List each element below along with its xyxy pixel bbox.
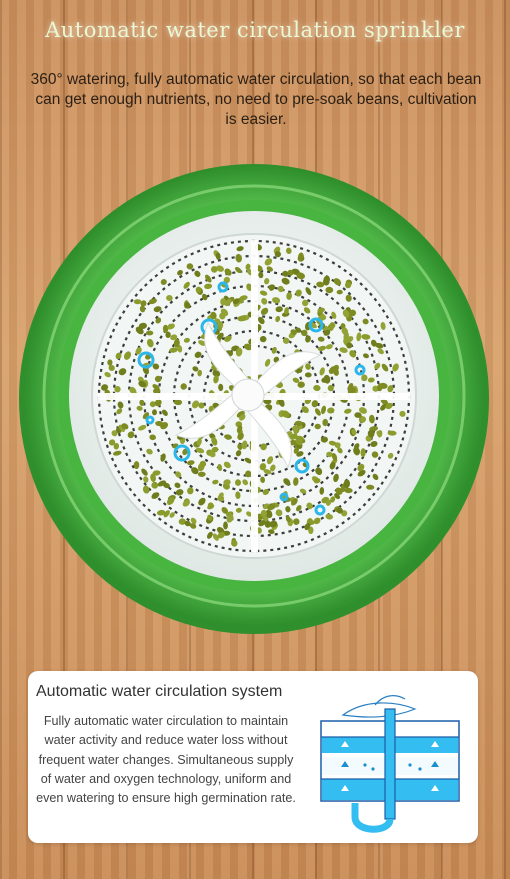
bean (133, 299, 142, 305)
bean (295, 290, 302, 297)
bean (145, 330, 154, 336)
circulation-diagram (320, 695, 460, 833)
sprouter-product-image (19, 164, 489, 634)
panel-body: Fully automatic water circulation to mai… (36, 714, 296, 806)
info-panel: Automatic water circulation system Fully… (28, 671, 478, 843)
panel-title: Automatic water circulation system (36, 683, 283, 700)
water-pipe (384, 708, 396, 820)
sprinkler-icon (341, 702, 417, 718)
